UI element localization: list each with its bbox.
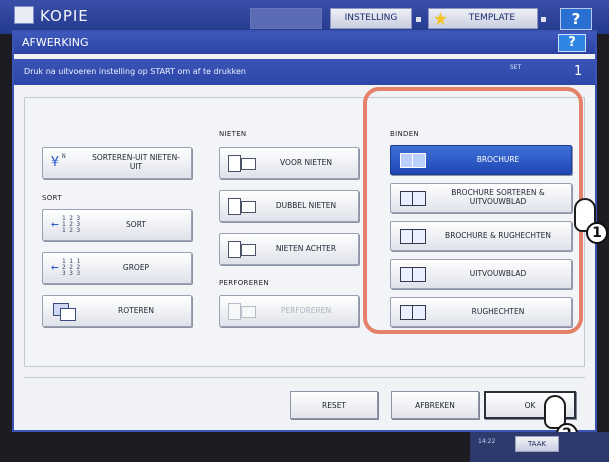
app-title: KOPIE [40, 7, 89, 25]
tab-disabled [250, 8, 322, 29]
group-icon: ← 1 1 1 2 2 2 3 3 3 [51, 258, 81, 277]
sort-button[interactable]: ← 1 2 3 1 2 3 1 2 3 SORT [42, 209, 192, 241]
staple-double-icon [228, 197, 256, 215]
punch-button: PERFOREREN [219, 295, 359, 327]
button-label: GROEP [122, 262, 150, 272]
sort-staple-off-button[interactable]: ¥ N SORTEREN-UIT NIETEN-UIT [42, 147, 192, 179]
rotate-button[interactable]: ROTEREN [42, 295, 192, 327]
clock: 14:22 [478, 438, 496, 445]
no-sort-icon: ¥ N [51, 153, 66, 170]
staple-front-icon [228, 154, 256, 172]
callout-badge-1: 1 [586, 222, 608, 244]
double-staple-button[interactable]: DUBBEL NIETEN [219, 190, 359, 222]
tab-instelling[interactable]: INSTELLING [330, 8, 412, 29]
dialog-help-button[interactable]: ? [558, 34, 586, 52]
rotate-icon [51, 302, 79, 321]
sort-icon: ← 1 2 3 1 2 3 1 2 3 [51, 215, 81, 234]
app-header: KOPIE INSTELLING TEMPLATE ? [0, 0, 609, 34]
caret-icon [541, 17, 546, 22]
staple-section-label: NIETEN [219, 130, 247, 138]
punch-section-label: PERFOREREN [219, 279, 269, 287]
caret-icon [416, 17, 421, 22]
button-label: PERFOREREN [280, 305, 332, 315]
message-bar: Druk na uitvoeren instelling op START om… [14, 59, 595, 85]
reset-button[interactable]: RESET [290, 391, 378, 419]
task-button[interactable]: TAAK [515, 436, 559, 452]
button-label: NIETEN ACHTER [275, 243, 337, 253]
button-label: SORT [126, 219, 146, 229]
group-button[interactable]: ← 1 1 1 2 2 2 3 3 3 GROEP [42, 252, 192, 284]
button-label: VOOR NIETEN [280, 157, 332, 167]
sort-section-label: SORT [42, 194, 62, 202]
cancel-button[interactable]: AFBREKEN [391, 391, 479, 419]
app-help-button[interactable]: ? [560, 8, 592, 30]
staple-rear-icon [228, 240, 256, 258]
divider [24, 377, 585, 378]
punch-icon [228, 302, 256, 320]
binding-highlight-frame [363, 87, 583, 334]
front-staple-button[interactable]: VOOR NIETEN [219, 147, 359, 179]
instruction-message: Druk na uitvoeren instelling op START om… [24, 67, 246, 76]
dialog-title-bar: AFWERKING ? [14, 32, 595, 54]
copy-mode-icon [14, 6, 34, 24]
dialog-title: AFWERKING [22, 36, 89, 49]
rear-staple-button[interactable]: NIETEN ACHTER [219, 233, 359, 265]
set-label: SET [510, 64, 522, 71]
copy-count: 1 [574, 64, 583, 79]
screen: KOPIE INSTELLING TEMPLATE ? AFWERKING ? … [0, 0, 609, 462]
button-label: SORTEREN-UIT NIETEN-UIT [92, 153, 180, 171]
button-label: DUBBEL NIETEN [275, 200, 337, 210]
button-label: ROTEREN [118, 305, 154, 315]
